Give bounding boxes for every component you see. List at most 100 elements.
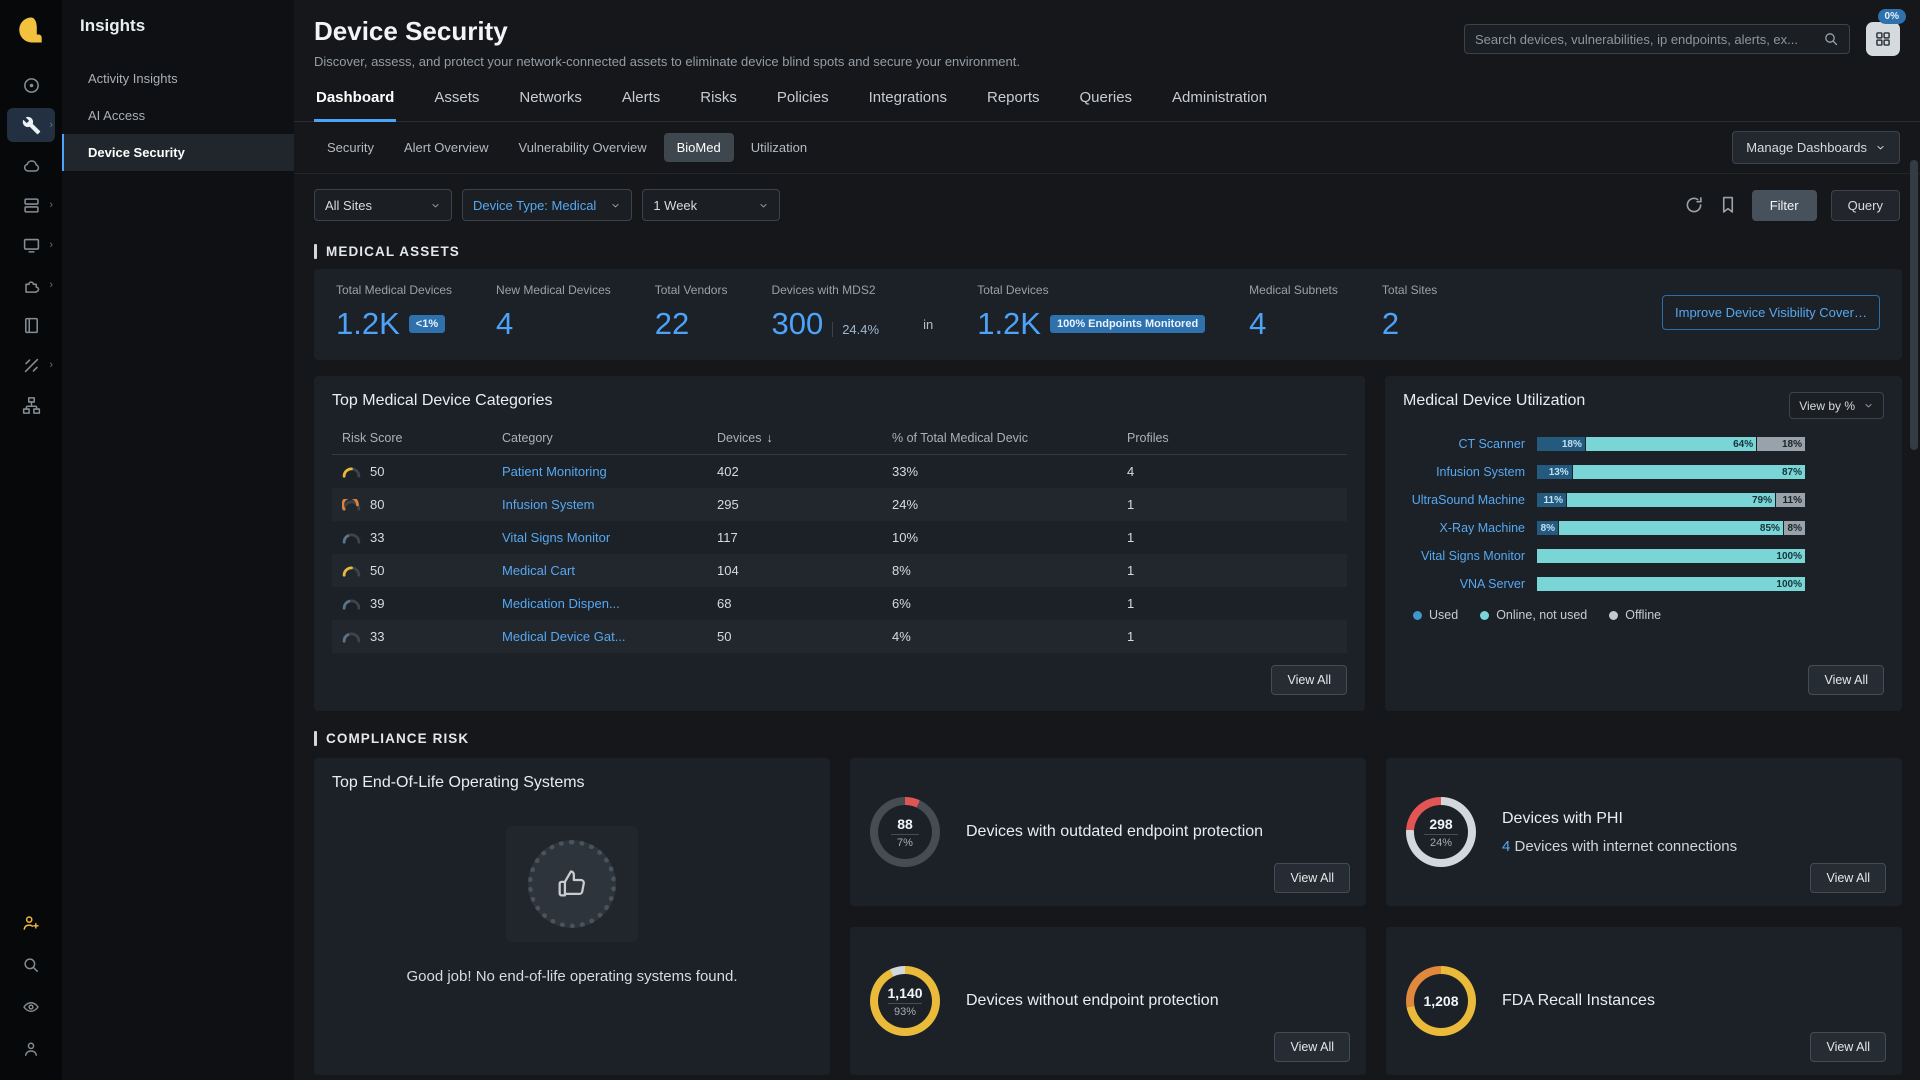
utilization-category-link[interactable]: Infusion System <box>1403 465 1525 479</box>
search-input[interactable] <box>1475 32 1815 47</box>
filter-dropdown-1-week[interactable]: 1 Week <box>642 189 780 221</box>
donut-chart: 1,14093% <box>870 966 940 1036</box>
pct-of-total: 24% <box>882 488 1117 521</box>
categories-body: 50Patient Monitoring40233%480Infusion Sy… <box>332 455 1347 654</box>
stat-badge: <1% <box>409 315 445 333</box>
rail-user-add-icon[interactable] <box>7 906 55 940</box>
view-all-button[interactable]: View All <box>1808 665 1884 695</box>
bar-segment: 11% <box>1776 493 1805 507</box>
stat-label: Total Sites <box>1382 283 1437 297</box>
view-all-button[interactable]: View All <box>1810 1032 1886 1062</box>
tab-policies[interactable]: Policies <box>775 83 831 122</box>
sidebar-item-activity-insights[interactable]: Activity Insights <box>62 60 294 97</box>
book-icon <box>22 316 41 335</box>
search-icon[interactable] <box>1823 31 1839 47</box>
filter-dropdowns: All Sites Device Type: Medical 1 Week <box>314 189 780 221</box>
utilization-category-link[interactable]: Vital Signs Monitor <box>1403 549 1525 563</box>
tab-networks[interactable]: Networks <box>517 83 584 122</box>
view-all-button[interactable]: View All <box>1271 665 1347 695</box>
tab-administration[interactable]: Administration <box>1170 83 1269 122</box>
utilization-bar: 13%87% <box>1537 465 1805 479</box>
page-header: Device Security Discover, assess, and pr… <box>294 0 1920 69</box>
filter-dropdown-all-sites[interactable]: All Sites <box>314 189 452 221</box>
improve-device-visibility-button[interactable]: Improve Device Visibility Coverage <box>1662 295 1880 330</box>
stat-badge: 100% Endpoints Monitored <box>1050 315 1205 333</box>
subtab-biomed[interactable]: BioMed <box>664 133 734 162</box>
column-header-devices[interactable]: Devices↓ <box>707 422 882 455</box>
refresh-icon[interactable] <box>1684 195 1704 215</box>
stat-total-sites: Total Sites2 <box>1382 283 1437 342</box>
utilization-category-link[interactable]: VNA Server <box>1403 577 1525 591</box>
rail-monitor-icon[interactable]: › <box>7 228 55 262</box>
filter-dropdown-device-type-medical[interactable]: Device Type: Medical <box>462 189 632 221</box>
tab-reports[interactable]: Reports <box>985 83 1042 122</box>
tab-queries[interactable]: Queries <box>1078 83 1135 122</box>
legend-dot <box>1609 611 1618 620</box>
page-subtitle: Discover, assess, and protect your netwo… <box>314 54 1020 69</box>
tab-dashboard[interactable]: Dashboard <box>314 83 396 122</box>
insights-nav: Activity InsightsAI AccessDevice Securit… <box>62 60 294 171</box>
sidebar-item-device-security[interactable]: Device Security <box>62 134 294 171</box>
dropdown-value: 1 Week <box>653 198 697 213</box>
user-icon <box>22 1040 40 1058</box>
rail-tools-icon[interactable]: › <box>7 348 55 382</box>
view-all-button[interactable]: View All <box>1274 1032 1350 1062</box>
rail-user-icon[interactable] <box>7 1032 55 1066</box>
rail-puzzle-icon[interactable]: › <box>7 268 55 302</box>
rail-search-icon[interactable] <box>7 948 55 982</box>
manage-dashboards-button[interactable]: Manage Dashboards <box>1732 131 1900 164</box>
utilization-category-link[interactable]: X-Ray Machine <box>1403 521 1525 535</box>
subtab-alert-overview[interactable]: Alert Overview <box>391 133 502 162</box>
category-link[interactable]: Infusion System <box>502 497 595 512</box>
category-link[interactable]: Medication Dispen... <box>502 596 620 611</box>
rail-eye-icon[interactable] <box>7 990 55 1024</box>
sidebar-item-ai-access[interactable]: AI Access <box>62 97 294 134</box>
view-by-dropdown[interactable]: View by % <box>1789 392 1884 419</box>
sub-count-link[interactable]: 4 <box>1502 838 1510 855</box>
top-cards-row: Top Medical Device Categories Risk Score… <box>314 376 1902 711</box>
filter-actions: Filter Query <box>1684 190 1900 221</box>
utilization-row-infusion-system: Infusion System 13%87% <box>1403 465 1884 479</box>
category-link[interactable]: Vital Signs Monitor <box>502 530 610 545</box>
view-all-button[interactable]: View All <box>1274 863 1350 893</box>
stat-value: 300 <box>771 306 823 342</box>
rail-book-icon[interactable] <box>7 308 55 342</box>
scrollbar-thumb[interactable] <box>1910 160 1918 450</box>
puzzle-icon <box>22 276 41 295</box>
column-header-risk-score[interactable]: Risk Score <box>332 422 492 455</box>
rail-cloud-icon[interactable] <box>7 148 55 182</box>
view-all-button[interactable]: View All <box>1810 863 1886 893</box>
widget-grid-button[interactable]: 0% <box>1866 22 1900 56</box>
armis-logo-icon[interactable] <box>15 14 47 46</box>
filter-button[interactable]: Filter <box>1752 190 1817 221</box>
bar-segment: 18% <box>1537 437 1585 451</box>
stat-value: 1.2K <box>977 306 1041 342</box>
donut-value: 88 <box>897 816 913 832</box>
utilization-category-link[interactable]: UltraSound Machine <box>1403 493 1525 507</box>
stat-label: Total Vendors <box>655 283 728 297</box>
tab-alerts[interactable]: Alerts <box>620 83 662 122</box>
column-header-profiles[interactable]: Profiles <box>1117 422 1347 455</box>
subtab-security[interactable]: Security <box>314 133 387 162</box>
tab-risks[interactable]: Risks <box>698 83 739 122</box>
rail-layers-icon[interactable]: › <box>7 188 55 222</box>
tab-assets[interactable]: Assets <box>432 83 481 122</box>
profiles-count: 1 <box>1117 554 1347 587</box>
rail-radar-icon[interactable] <box>7 68 55 102</box>
category-link[interactable]: Medical Device Gat... <box>502 629 626 644</box>
tab-integrations[interactable]: Integrations <box>867 83 949 122</box>
wrench-icon <box>22 116 41 135</box>
subtab-utilization[interactable]: Utilization <box>738 133 820 162</box>
column-header-of-total-medical-devic[interactable]: % of Total Medical Devic <box>882 422 1117 455</box>
rail-wrench-icon[interactable]: › <box>7 108 55 142</box>
query-button[interactable]: Query <box>1831 190 1900 221</box>
util-bars: CT Scanner18%64%18%Infusion System13%87%… <box>1403 437 1884 591</box>
subtab-vulnerability-overview[interactable]: Vulnerability Overview <box>506 133 660 162</box>
bookmark-icon[interactable] <box>1718 195 1738 215</box>
rail-sitemap-icon[interactable] <box>7 388 55 422</box>
column-header-category[interactable]: Category <box>492 422 707 455</box>
rail-top: › › › › › <box>7 68 55 422</box>
utilization-category-link[interactable]: CT Scanner <box>1403 437 1525 451</box>
category-link[interactable]: Patient Monitoring <box>502 464 607 479</box>
category-link[interactable]: Medical Cart <box>502 563 575 578</box>
